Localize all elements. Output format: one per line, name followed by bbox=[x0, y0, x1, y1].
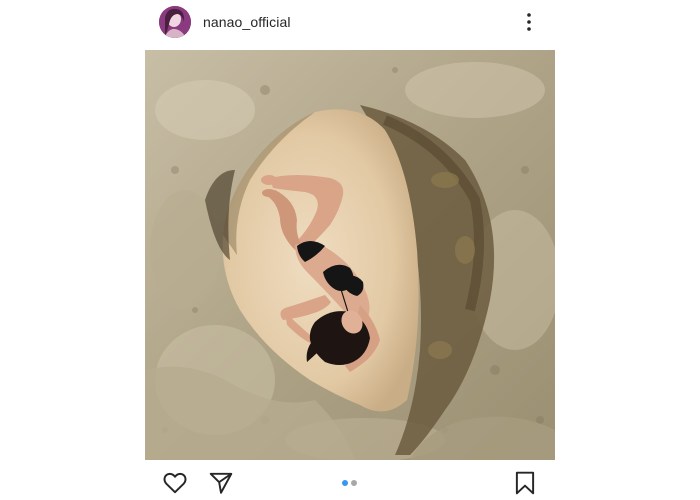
instagram-post: nanao_official bbox=[0, 0, 700, 500]
heart-icon bbox=[163, 472, 187, 494]
photo-illustration bbox=[145, 50, 555, 460]
carousel-dot bbox=[351, 480, 357, 486]
avatar[interactable] bbox=[159, 6, 191, 38]
save-button[interactable] bbox=[512, 470, 538, 496]
more-options-button[interactable] bbox=[517, 10, 541, 34]
carousel-indicator bbox=[342, 480, 360, 486]
share-button[interactable] bbox=[208, 470, 234, 496]
paper-plane-icon bbox=[209, 472, 233, 494]
post-header: nanao_official bbox=[145, 0, 555, 48]
carousel-dot-active bbox=[342, 480, 348, 486]
avatar-image bbox=[159, 6, 191, 38]
username[interactable]: nanao_official bbox=[203, 14, 291, 30]
post-actions bbox=[145, 460, 555, 500]
bookmark-icon bbox=[515, 471, 535, 495]
like-button[interactable] bbox=[162, 470, 188, 496]
more-vertical-icon bbox=[527, 13, 531, 31]
post-photo[interactable] bbox=[145, 50, 555, 460]
